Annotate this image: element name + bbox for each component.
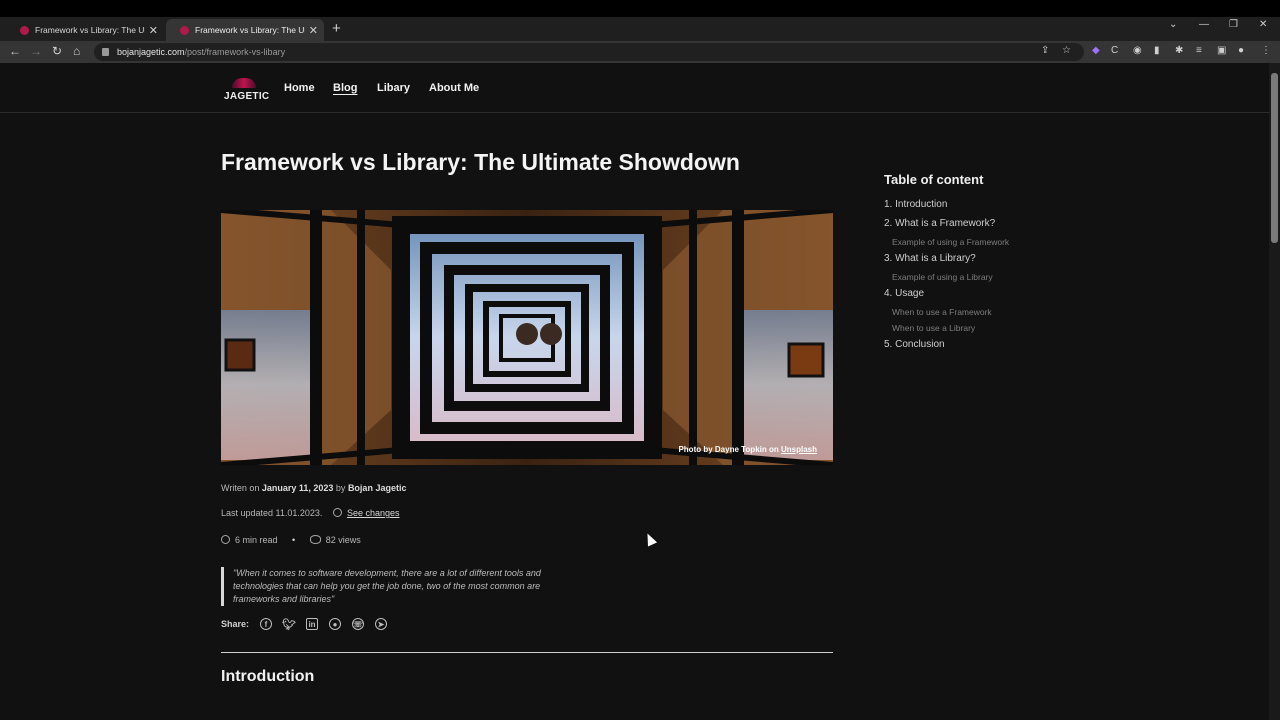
url-host: bojanjagetic.com <box>117 47 185 57</box>
linkedin-icon[interactable]: in <box>306 618 319 630</box>
content-divider <box>221 652 833 653</box>
facebook-icon[interactable]: f <box>260 618 273 630</box>
photo-credit-text: Photo by Dayne Topkin on <box>678 445 781 454</box>
page-scrollbar[interactable] <box>1269 63 1280 720</box>
post-updated-info: Last updated 11.01.2023. See changes <box>221 508 399 518</box>
back-arrow-icon[interactable]: ← <box>9 44 21 58</box>
table-of-contents: Table of content 1. Introduction 2. What… <box>884 172 1084 358</box>
browser-toolbar: ← → ↻ ⌂ bojanjagetic.com /post/framework… <box>0 41 1280 63</box>
scrollbar-thumb[interactable] <box>1271 73 1278 243</box>
toc-subitem-library-example[interactable]: Example of using a Library <box>884 272 1084 288</box>
eye-icon <box>309 535 321 544</box>
reddit-icon[interactable]: ● <box>329 618 342 630</box>
view-count: 82 views <box>325 535 361 545</box>
close-window-button[interactable]: ✕ <box>1259 19 1267 30</box>
side-panel-icon[interactable]: ▣ <box>1217 45 1226 56</box>
profile-avatar-icon[interactable]: ● <box>1238 45 1244 56</box>
toc-item-usage[interactable]: 4. Usage <box>884 288 1084 307</box>
history-icon <box>332 508 342 517</box>
telegram-icon[interactable]: ➤ <box>375 618 388 630</box>
logo-mark-icon <box>232 78 256 88</box>
toc-subitem-when-framework[interactable]: When to use a Framework <box>884 307 1084 323</box>
site-header: JAGETIC Home Blog Libary About Me <box>0 63 1269 113</box>
minimize-button[interactable]: — <box>1199 19 1209 30</box>
browser-tab-active[interactable]: Framework vs Library: The Ultim ✕ <box>166 19 324 41</box>
tab-close-icon[interactable]: ✕ <box>309 24 318 37</box>
extension-icon[interactable]: ▮ <box>1154 45 1160 56</box>
page-viewport: JAGETIC Home Blog Libary About Me Framew… <box>0 63 1269 720</box>
tab-search-icon[interactable]: ⌄ <box>1169 19 1177 30</box>
extension-icon[interactable]: ◉ <box>1133 45 1142 56</box>
toc-item-introduction[interactable]: 1. Introduction <box>884 199 1084 218</box>
share-label: Share: <box>221 619 250 629</box>
address-bar[interactable]: bojanjagetic.com /post/framework-vs-liba… <box>94 43 1084 61</box>
extension-icon[interactable]: ◆ <box>1092 45 1100 56</box>
share-page-icon[interactable]: ⇪ <box>1041 45 1049 56</box>
viber-icon[interactable]: ☏ <box>352 618 365 630</box>
logo-text: JAGETIC <box>224 91 270 102</box>
hero-photo <box>221 210 833 465</box>
puzzle-icon[interactable]: ✱ <box>1175 45 1183 56</box>
home-icon[interactable]: ⌂ <box>73 44 80 58</box>
unsplash-link[interactable]: Unsplash <box>781 445 817 454</box>
reading-list-icon[interactable]: ≡ <box>1196 45 1202 56</box>
tab-title: Framework vs Library: The Ultim <box>35 25 145 35</box>
written-prefix: Writen on <box>221 483 262 493</box>
post-stats: 6 min read • 82 views <box>221 535 361 545</box>
forward-arrow-icon[interactable]: → <box>30 44 42 58</box>
toc-title: Table of content <box>884 172 984 187</box>
hero-image: Photo by Dayne Topkin on Unsplash <box>221 210 833 465</box>
toc-item-what-is-framework[interactable]: 2. What is a Framework? <box>884 218 1084 237</box>
bookmark-star-icon[interactable]: ☆ <box>1062 45 1071 56</box>
nav-about-me[interactable]: About Me <box>429 82 479 94</box>
site-favicon-icon <box>180 25 189 35</box>
new-tab-button[interactable]: + <box>332 20 341 37</box>
browser-menu-icon[interactable]: ⋮ <box>1261 45 1271 56</box>
intro-quote: "When it comes to software development, … <box>221 567 581 606</box>
mouse-cursor <box>642 531 658 547</box>
site-favicon-icon <box>20 25 29 35</box>
nav-blog[interactable]: Blog <box>333 82 357 94</box>
maximize-button[interactable]: ❐ <box>1229 19 1238 30</box>
separator-dot: • <box>292 535 296 545</box>
written-date: January 11, 2023 <box>261 483 334 493</box>
post-title: Framework vs Library: The Ultimate Showd… <box>221 149 740 175</box>
twitter-icon[interactable]: 🐦︎ <box>282 618 296 631</box>
reload-icon[interactable]: ↻ <box>52 44 62 58</box>
tab-title: Framework vs Library: The Ultim <box>195 25 305 35</box>
photo-credit: Photo by Dayne Topkin on Unsplash <box>678 445 817 454</box>
toc-subitem-framework-example[interactable]: Example of using a Framework <box>884 237 1084 253</box>
toc-item-what-is-library[interactable]: 3. What is a Library? <box>884 253 1084 272</box>
section-heading-introduction: Introduction <box>221 668 315 685</box>
url-path: /post/framework-vs-libary <box>184 47 286 57</box>
browser-tab-strip: Framework vs Library: The Ultim ✕ Framew… <box>0 17 1280 41</box>
nav-home[interactable]: Home <box>284 82 315 94</box>
author-name: Bojan Jagetic <box>347 483 407 493</box>
tab-close-icon[interactable]: ✕ <box>149 24 158 37</box>
lock-icon <box>102 48 109 56</box>
extension-icon[interactable]: C <box>1111 45 1118 56</box>
site-logo[interactable]: JAGETIC <box>224 78 272 102</box>
post-written-info: Writen on January 11, 2023 by Bojan Jage… <box>221 483 406 493</box>
browser-tab[interactable]: Framework vs Library: The Ultim ✕ <box>6 19 164 41</box>
written-by: by <box>333 483 348 493</box>
screen-top-bar <box>0 0 1280 17</box>
toc-subitem-when-library[interactable]: When to use a Library <box>884 323 1084 339</box>
nav-library[interactable]: Libary <box>377 82 410 94</box>
read-time: 6 min read <box>235 535 278 545</box>
toc-item-conclusion[interactable]: 5. Conclusion <box>884 339 1084 358</box>
last-updated: Last updated 11.01.2023. <box>221 508 323 518</box>
see-changes-link[interactable]: See changes <box>347 508 400 518</box>
clock-icon <box>221 535 230 544</box>
share-bar: Share: f 🐦︎ in ● ☏ ➤ <box>221 618 388 631</box>
